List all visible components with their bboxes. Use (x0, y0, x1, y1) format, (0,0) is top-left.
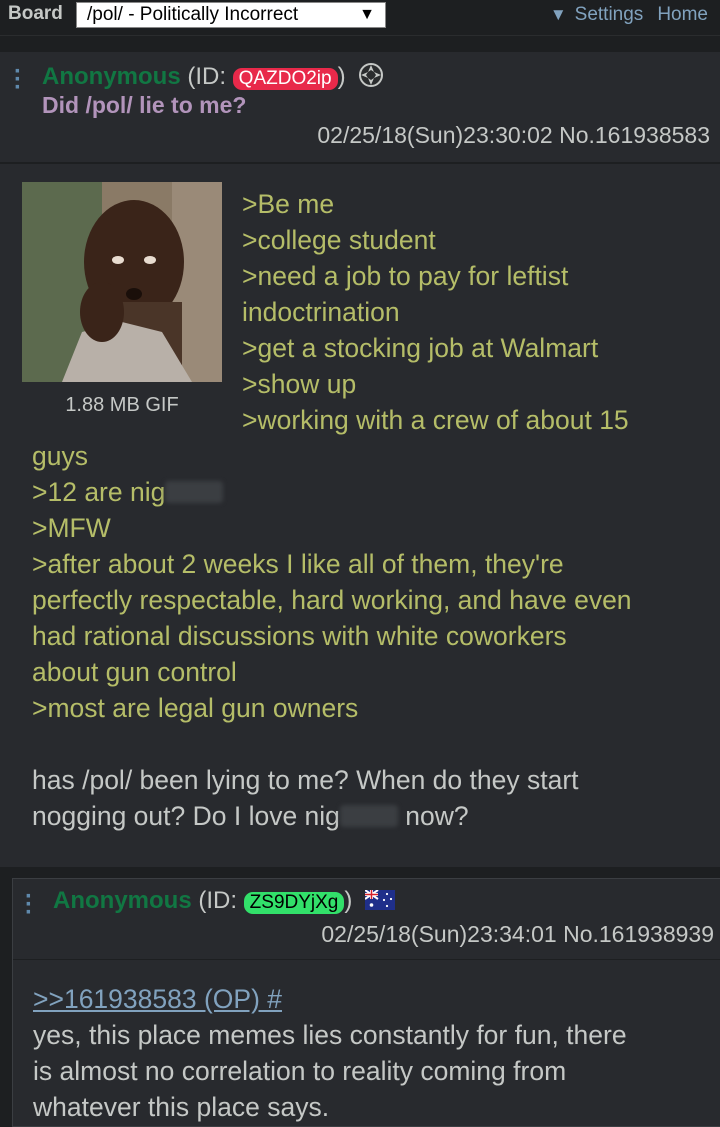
greentext-line: >after about 2 weeks I like all of them,… (32, 549, 564, 579)
post-image-thumbnail[interactable] (22, 182, 222, 382)
top-bar: Board /pol/ - Politically Incorrect ▼ ▼ S… (0, 0, 720, 36)
greentext-line: >get a stocking job at Walmart (242, 333, 599, 363)
reply-post: · · · Anonymous (ID: ZS9DYjXg) 02/25/18(Su… (12, 878, 720, 1127)
greentext-line: had rational discussions with white cowo… (32, 621, 567, 651)
greentext-line: >need a job to pay for leftist (242, 261, 569, 291)
board-select[interactable]: /pol/ - Politically Incorrect ▼ (76, 2, 386, 28)
reply-name-line: Anonymous (ID: ZS9DYjXg) (53, 887, 396, 915)
post-number-link[interactable]: No.161938583 (559, 122, 710, 148)
greentext-line: about gun control (32, 657, 237, 687)
settings-group: ▼ Settings Home (550, 4, 708, 26)
poster-id-prefix: (ID: (198, 887, 244, 914)
op-name-line: Anonymous (ID: QAZDO2ip) (42, 62, 384, 91)
censored-word (339, 805, 398, 827)
dropdown-arrow-icon: ▼ (359, 6, 375, 23)
greentext-line: >MFW (32, 513, 111, 543)
post-number-link[interactable]: No.161938939 (563, 921, 714, 947)
reply-post-meta: 02/25/18(Sun)23:34:01 No.161938939 (321, 921, 714, 948)
australia-flag-icon (365, 890, 396, 910)
poster-id-suffix: ) (344, 887, 353, 914)
greentext-line: >college student (242, 225, 436, 255)
greentext-line: perfectly respectable, hard working, and… (32, 585, 632, 615)
post-text: now? (397, 801, 469, 831)
greentext-line: >most are legal gun owners (32, 693, 359, 723)
file-info[interactable]: 1.88 MB GIF (22, 394, 222, 417)
home-link[interactable]: Home (657, 4, 708, 25)
post-text-line: has /pol/ been lying to me? When do they… (32, 765, 579, 795)
settings-link[interactable]: Settings (575, 4, 644, 25)
poster-name: Anonymous (42, 63, 181, 90)
greentext-line: guys (32, 441, 88, 471)
post-body-upper: >Be me >college student >need a job to p… (242, 186, 629, 438)
triangle-down-icon[interactable]: ▼ (550, 5, 567, 24)
greentext-line: >12 are nig (32, 474, 632, 510)
op-post-meta: 02/25/18(Sun)23:30:02 No.161938583 (317, 122, 710, 149)
censored-word (165, 481, 224, 503)
post-text-line: yes, this place memes lies constantly fo… (33, 1020, 627, 1050)
post-text: nogging out? Do I love nig (32, 801, 340, 831)
poster-id-badge[interactable]: ZS9DYjXg (243, 892, 345, 914)
poster-name: Anonymous (53, 887, 192, 914)
op-post-header: · · · Anonymous (ID: QAZDO2ip) Did /pol/ l… (0, 52, 720, 164)
reply-body: >>161938583 (OP) # yes, this place memes… (33, 981, 627, 1125)
poster-id-badge[interactable]: QAZDO2ip (232, 68, 338, 90)
greentext-line: >working with a crew of about 15 (242, 405, 629, 435)
poster-id-prefix: (ID: (187, 63, 233, 90)
post-text-line: whatever this place says. (33, 1092, 330, 1122)
op-post: · · · Anonymous (ID: QAZDO2ip) Did /pol/ l… (0, 52, 720, 867)
quote-link[interactable]: >>161938583 (OP) # (33, 981, 627, 1017)
thumbnail-image (22, 182, 222, 382)
post-body-lower: guys >12 are nig >MFW >after about 2 wee… (32, 438, 632, 834)
greentext-line: indoctrination (242, 297, 400, 327)
post-text-line: nogging out? Do I love nig now? (32, 798, 632, 834)
board-label: Board (8, 3, 63, 24)
post-text-line: is almost no correlation to reality comi… (33, 1056, 567, 1086)
reply-post-header: · · · Anonymous (ID: ZS9DYjXg) 02/25/18(Su… (13, 879, 720, 960)
board-select-value: /pol/ - Politically Incorrect (87, 4, 299, 25)
post-datetime: 02/25/18(Sun)23:30:02 (317, 122, 553, 148)
post-datetime: 02/25/18(Sun)23:34:01 (321, 921, 557, 947)
greentext-line: >Be me (242, 189, 335, 219)
greentext-line: >show up (242, 369, 357, 399)
post-menu-icon[interactable]: · · · (14, 60, 22, 100)
post-menu-icon[interactable]: · · · (25, 885, 33, 925)
poster-id-suffix: ) (337, 63, 346, 90)
thread-subject: Did /pol/ lie to me? (42, 92, 247, 118)
greentext-text: >12 are nig (32, 477, 166, 507)
globe-flag-icon (359, 63, 384, 87)
